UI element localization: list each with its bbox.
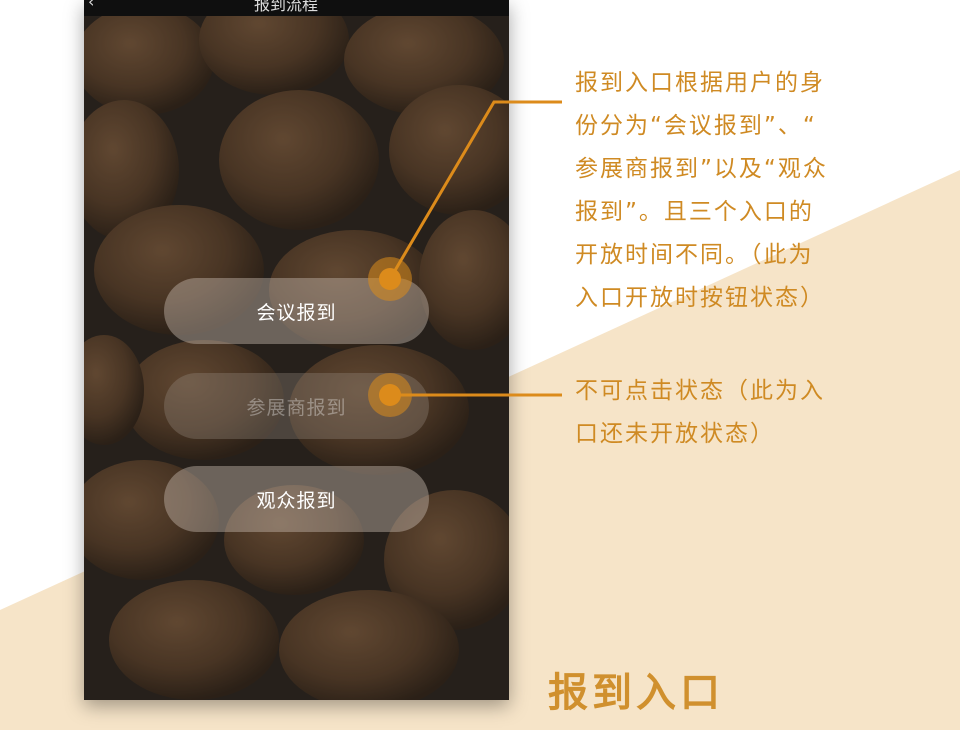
audience-checkin-button[interactable]: 观众报到 xyxy=(164,466,429,532)
annotation-line: 开放时间不同。（此为 xyxy=(575,242,814,268)
walnut-background-image xyxy=(84,0,509,700)
annotation-line: 入口开放时按钮状态） xyxy=(575,285,825,311)
annotation-line: 报到”。且三个入口的 xyxy=(575,199,814,225)
annotation-line: 报到入口根据用户的身 xyxy=(575,70,825,96)
screen-title: 报到流程 xyxy=(254,0,319,14)
back-icon[interactable]: ‹ xyxy=(88,0,94,11)
disabled-state-marker xyxy=(368,373,412,417)
open-state-annotation: 报到入口根据用户的身 份分为“会议报到”、“ 参展商报到”以及“观众 报到”。且… xyxy=(575,62,828,320)
status-bar: ‹ 报到流程 xyxy=(84,0,509,16)
disabled-state-annotation: 不可点击状态（此为入 口还未开放状态） xyxy=(575,370,825,456)
annotation-line: 不可点击状态（此为入 xyxy=(575,378,825,404)
annotation-line: 口还未开放状态） xyxy=(575,421,775,447)
phone-screen: ‹ 报到流程 会议报到 参展商报到 观众报到 xyxy=(84,0,509,700)
annotation-line: 份分为“会议报到”、“ xyxy=(575,113,817,139)
open-state-marker xyxy=(368,257,412,301)
annotation-line: 参展商报到”以及“观众 xyxy=(575,156,828,182)
page-heading: 报到入口 xyxy=(548,670,724,716)
